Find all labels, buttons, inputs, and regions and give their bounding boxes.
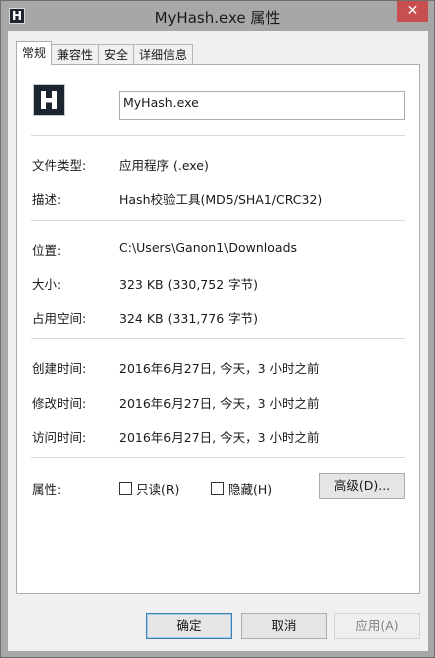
tab-compatibility[interactable]: 兼容性 <box>51 44 100 65</box>
general-tab-panel: MyHash.exe 文件类型: 应用程序 (.exe) 描述: Hash校验工… <box>16 64 420 594</box>
file-type-label: 文件类型: <box>32 158 87 173</box>
location-value: C:\Users\Ganon1\Downloads <box>119 240 298 255</box>
description-label: 描述: <box>32 192 62 207</box>
tab-strip: 常规 兼容性 安全 详细信息 <box>16 41 194 65</box>
advanced-button[interactable]: 高级(D)... <box>319 473 405 499</box>
cancel-button[interactable]: 取消 <box>241 613 327 639</box>
divider <box>31 338 405 339</box>
checkbox-box[interactable] <box>211 482 224 495</box>
size-value: 323 KB (330,752 字节) <box>119 277 258 292</box>
size-label: 大小: <box>32 277 62 292</box>
accessed-value: 2016年6月27日, 今天，3 小时之前 <box>119 430 320 445</box>
readonly-checkbox[interactable]: 只读(R) <box>119 479 179 498</box>
readonly-label: 只读(R) <box>136 482 180 497</box>
divider <box>31 220 405 221</box>
close-button[interactable]: ✕ <box>397 1 428 22</box>
description-value: Hash校验工具(MD5/SHA1/CRC32) <box>119 192 323 207</box>
close-icon: ✕ <box>406 3 419 19</box>
accessed-label: 访问时间: <box>32 430 87 445</box>
location-label: 位置: <box>32 243 62 258</box>
modified-value: 2016年6月27日, 今天，3 小时之前 <box>119 396 320 411</box>
hidden-label: 隐藏(H) <box>228 482 273 497</box>
checkbox-box[interactable] <box>119 482 132 495</box>
dialog-client-area: 常规 兼容性 安全 详细信息 MyHash.exe 文件类型: 应用程序 (.e… <box>8 31 428 651</box>
divider <box>31 457 405 458</box>
tab-details[interactable]: 详细信息 <box>133 44 194 65</box>
size-on-disk-value: 324 KB (331,776 字节) <box>119 311 258 326</box>
title-bar[interactable]: H MyHash.exe 属性 ✕ <box>1 1 434 31</box>
properties-window: H MyHash.exe 属性 ✕ 常规 兼容性 安全 详细信息 MyHash.… <box>0 0 435 658</box>
tab-general[interactable]: 常规 <box>16 41 53 65</box>
window-title: MyHash.exe 属性 <box>154 9 281 27</box>
file-type-value: 应用程序 (.exe) <box>119 158 209 173</box>
ok-button[interactable]: 确定 <box>146 613 232 639</box>
created-value: 2016年6月27日, 今天，3 小时之前 <box>119 361 320 376</box>
created-label: 创建时间: <box>32 361 87 376</box>
size-on-disk-label: 占用空间: <box>32 311 87 326</box>
hidden-checkbox[interactable]: 隐藏(H) <box>211 479 272 498</box>
attributes-label: 属性: <box>32 482 62 497</box>
program-icon <box>33 84 65 116</box>
divider <box>31 135 405 136</box>
file-name-input[interactable]: MyHash.exe <box>119 91 405 120</box>
modified-label: 修改时间: <box>32 396 87 411</box>
tab-security[interactable]: 安全 <box>98 44 135 65</box>
apply-button[interactable]: 应用(A) <box>334 613 420 639</box>
